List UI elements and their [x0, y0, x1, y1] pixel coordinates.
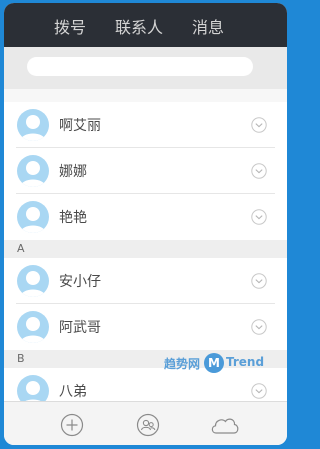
contact-name: 阿武哥: [59, 320, 101, 336]
chevron-down-icon[interactable]: [251, 319, 267, 335]
avatar: [17, 265, 49, 297]
contact-row[interactable]: 艳艳: [4, 194, 287, 240]
contact-name: 啊艾丽: [59, 118, 101, 134]
chevron-down-icon[interactable]: [251, 383, 267, 399]
avatar: [17, 201, 49, 233]
contact-row[interactable]: 阿武哥: [4, 304, 287, 350]
avatar: [17, 155, 49, 187]
phone-screen: 拨号 联系人 消息 啊艾丽 娜娜 艳艳 A 安小仔 阿武哥 B 八弟 趋势网 M…: [4, 3, 287, 445]
tab-contacts[interactable]: 联系人: [115, 14, 163, 38]
section-letter: A: [17, 242, 25, 255]
section-letter: B: [17, 352, 25, 365]
contact-name: 安小仔: [59, 274, 101, 290]
chevron-down-icon[interactable]: [251, 273, 267, 289]
watermark-text-left: 趋势网: [164, 357, 201, 371]
section-header: A: [4, 240, 287, 258]
contact-row[interactable]: 安小仔: [4, 258, 287, 304]
contact-name: 娜娜: [59, 164, 87, 180]
tab-messages[interactable]: 消息: [192, 14, 224, 38]
contact-row[interactable]: 啊艾丽: [4, 102, 287, 148]
plus-circle-icon[interactable]: [60, 413, 84, 437]
avatar: [17, 109, 49, 141]
cloud-icon[interactable]: [209, 413, 241, 437]
top-tab-bar: 拨号 联系人 消息: [4, 3, 287, 47]
contact-name: 八弟: [59, 384, 87, 400]
search-input[interactable]: [27, 57, 253, 76]
chevron-down-icon[interactable]: [251, 117, 267, 133]
avatar: [17, 311, 49, 343]
chevron-down-icon[interactable]: [251, 209, 267, 225]
search-bar: [4, 47, 287, 89]
contacts-icon[interactable]: [136, 413, 160, 437]
watermark-text-right: Trend: [226, 355, 265, 369]
contact-name: 艳艳: [59, 210, 87, 226]
contact-row[interactable]: 娜娜: [4, 148, 287, 194]
watermark-badge: M: [204, 353, 224, 373]
chevron-down-icon[interactable]: [251, 163, 267, 179]
bottom-toolbar: [4, 401, 287, 445]
tab-dial[interactable]: 拨号: [54, 14, 86, 38]
